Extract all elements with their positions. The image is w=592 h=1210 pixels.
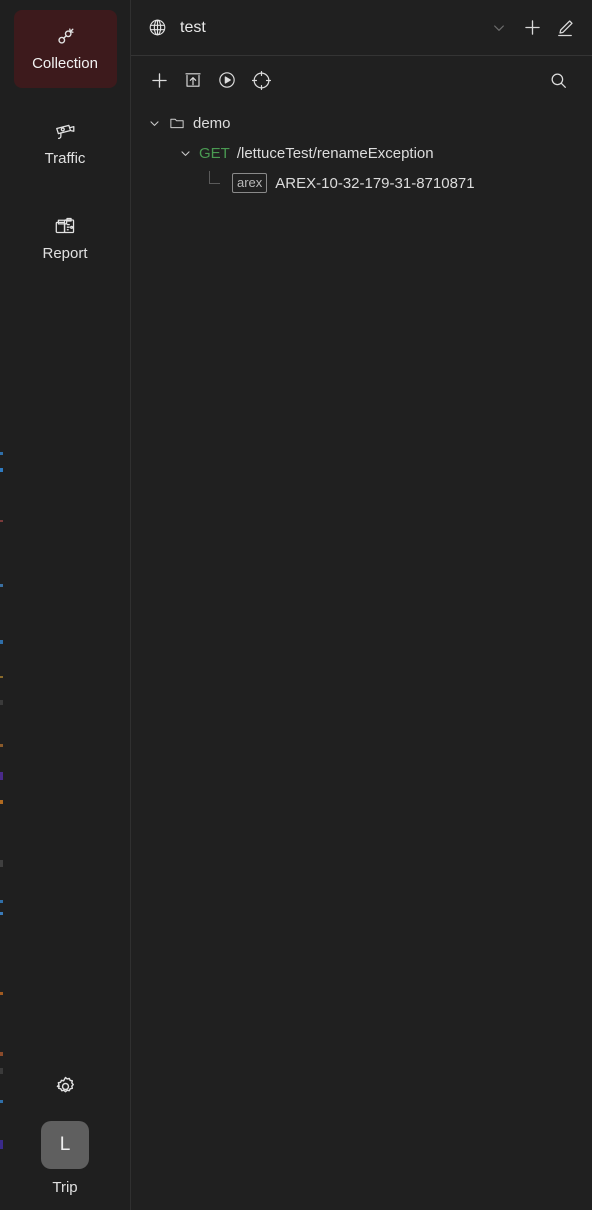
tree-node-case[interactable]: arex AREX-10-32-179-31-8710871: [131, 168, 592, 198]
folder-icon: [168, 115, 185, 132]
collection-tree: demo GET /lettuceTest/renameException ar…: [131, 104, 592, 1210]
edit-pencil-icon[interactable]: [552, 15, 578, 41]
sidebar-footer: L Trip: [0, 1071, 130, 1196]
focus-target-icon[interactable]: [247, 66, 275, 94]
workspace-title: test: [180, 18, 206, 36]
security-camera-icon: [53, 120, 77, 144]
globe-icon: [147, 18, 167, 38]
sidebar-item-label: Collection: [32, 55, 98, 72]
request-method: GET: [199, 144, 230, 162]
workspace-header: test: [131, 0, 592, 56]
folder-label: demo: [193, 114, 231, 132]
api-link-icon: [53, 25, 77, 49]
sidebar-item-report[interactable]: Report: [14, 200, 117, 278]
case-source-tag: arex: [232, 173, 268, 193]
run-play-icon[interactable]: [213, 66, 241, 94]
chevron-down-icon[interactable]: [176, 144, 194, 162]
case-label: AREX-10-32-179-31-8710871: [275, 174, 475, 192]
chevron-down-icon[interactable]: [486, 15, 512, 41]
plus-icon[interactable]: [519, 15, 545, 41]
sidebar-nav: Collection Traffic Report: [0, 10, 130, 295]
avatar[interactable]: L: [41, 1121, 89, 1169]
tree-node-request[interactable]: GET /lettuceTest/renameException: [131, 138, 592, 168]
search-icon[interactable]: [544, 66, 572, 94]
chevron-down-icon[interactable]: [145, 114, 163, 132]
request-path: /lettuceTest/renameException: [236, 144, 434, 162]
sidebar-item-label: Traffic: [44, 150, 86, 167]
sidebar-item-traffic[interactable]: Traffic: [14, 105, 117, 183]
left-sidebar: Collection Traffic Report L Trip: [0, 0, 131, 1210]
tree-elbow-connector: [207, 171, 229, 195]
collection-toolbar: [131, 56, 592, 104]
user-name-label: Trip: [52, 1179, 78, 1196]
gear-icon[interactable]: [50, 1071, 80, 1101]
avatar-initial: L: [59, 1134, 71, 1155]
main-panel: test demo GET /lettuceTest/renameExcepti…: [131, 0, 592, 1210]
app-root: Collection Traffic Report L Trip test de…: [0, 0, 592, 1210]
tree-node-folder[interactable]: demo: [131, 108, 592, 138]
import-icon[interactable]: [179, 66, 207, 94]
sidebar-item-collection[interactable]: Collection: [13, 10, 117, 88]
sidebar-item-label: Report: [42, 245, 88, 262]
add-icon[interactable]: [145, 66, 173, 94]
clipboard-report-icon: [53, 215, 77, 239]
